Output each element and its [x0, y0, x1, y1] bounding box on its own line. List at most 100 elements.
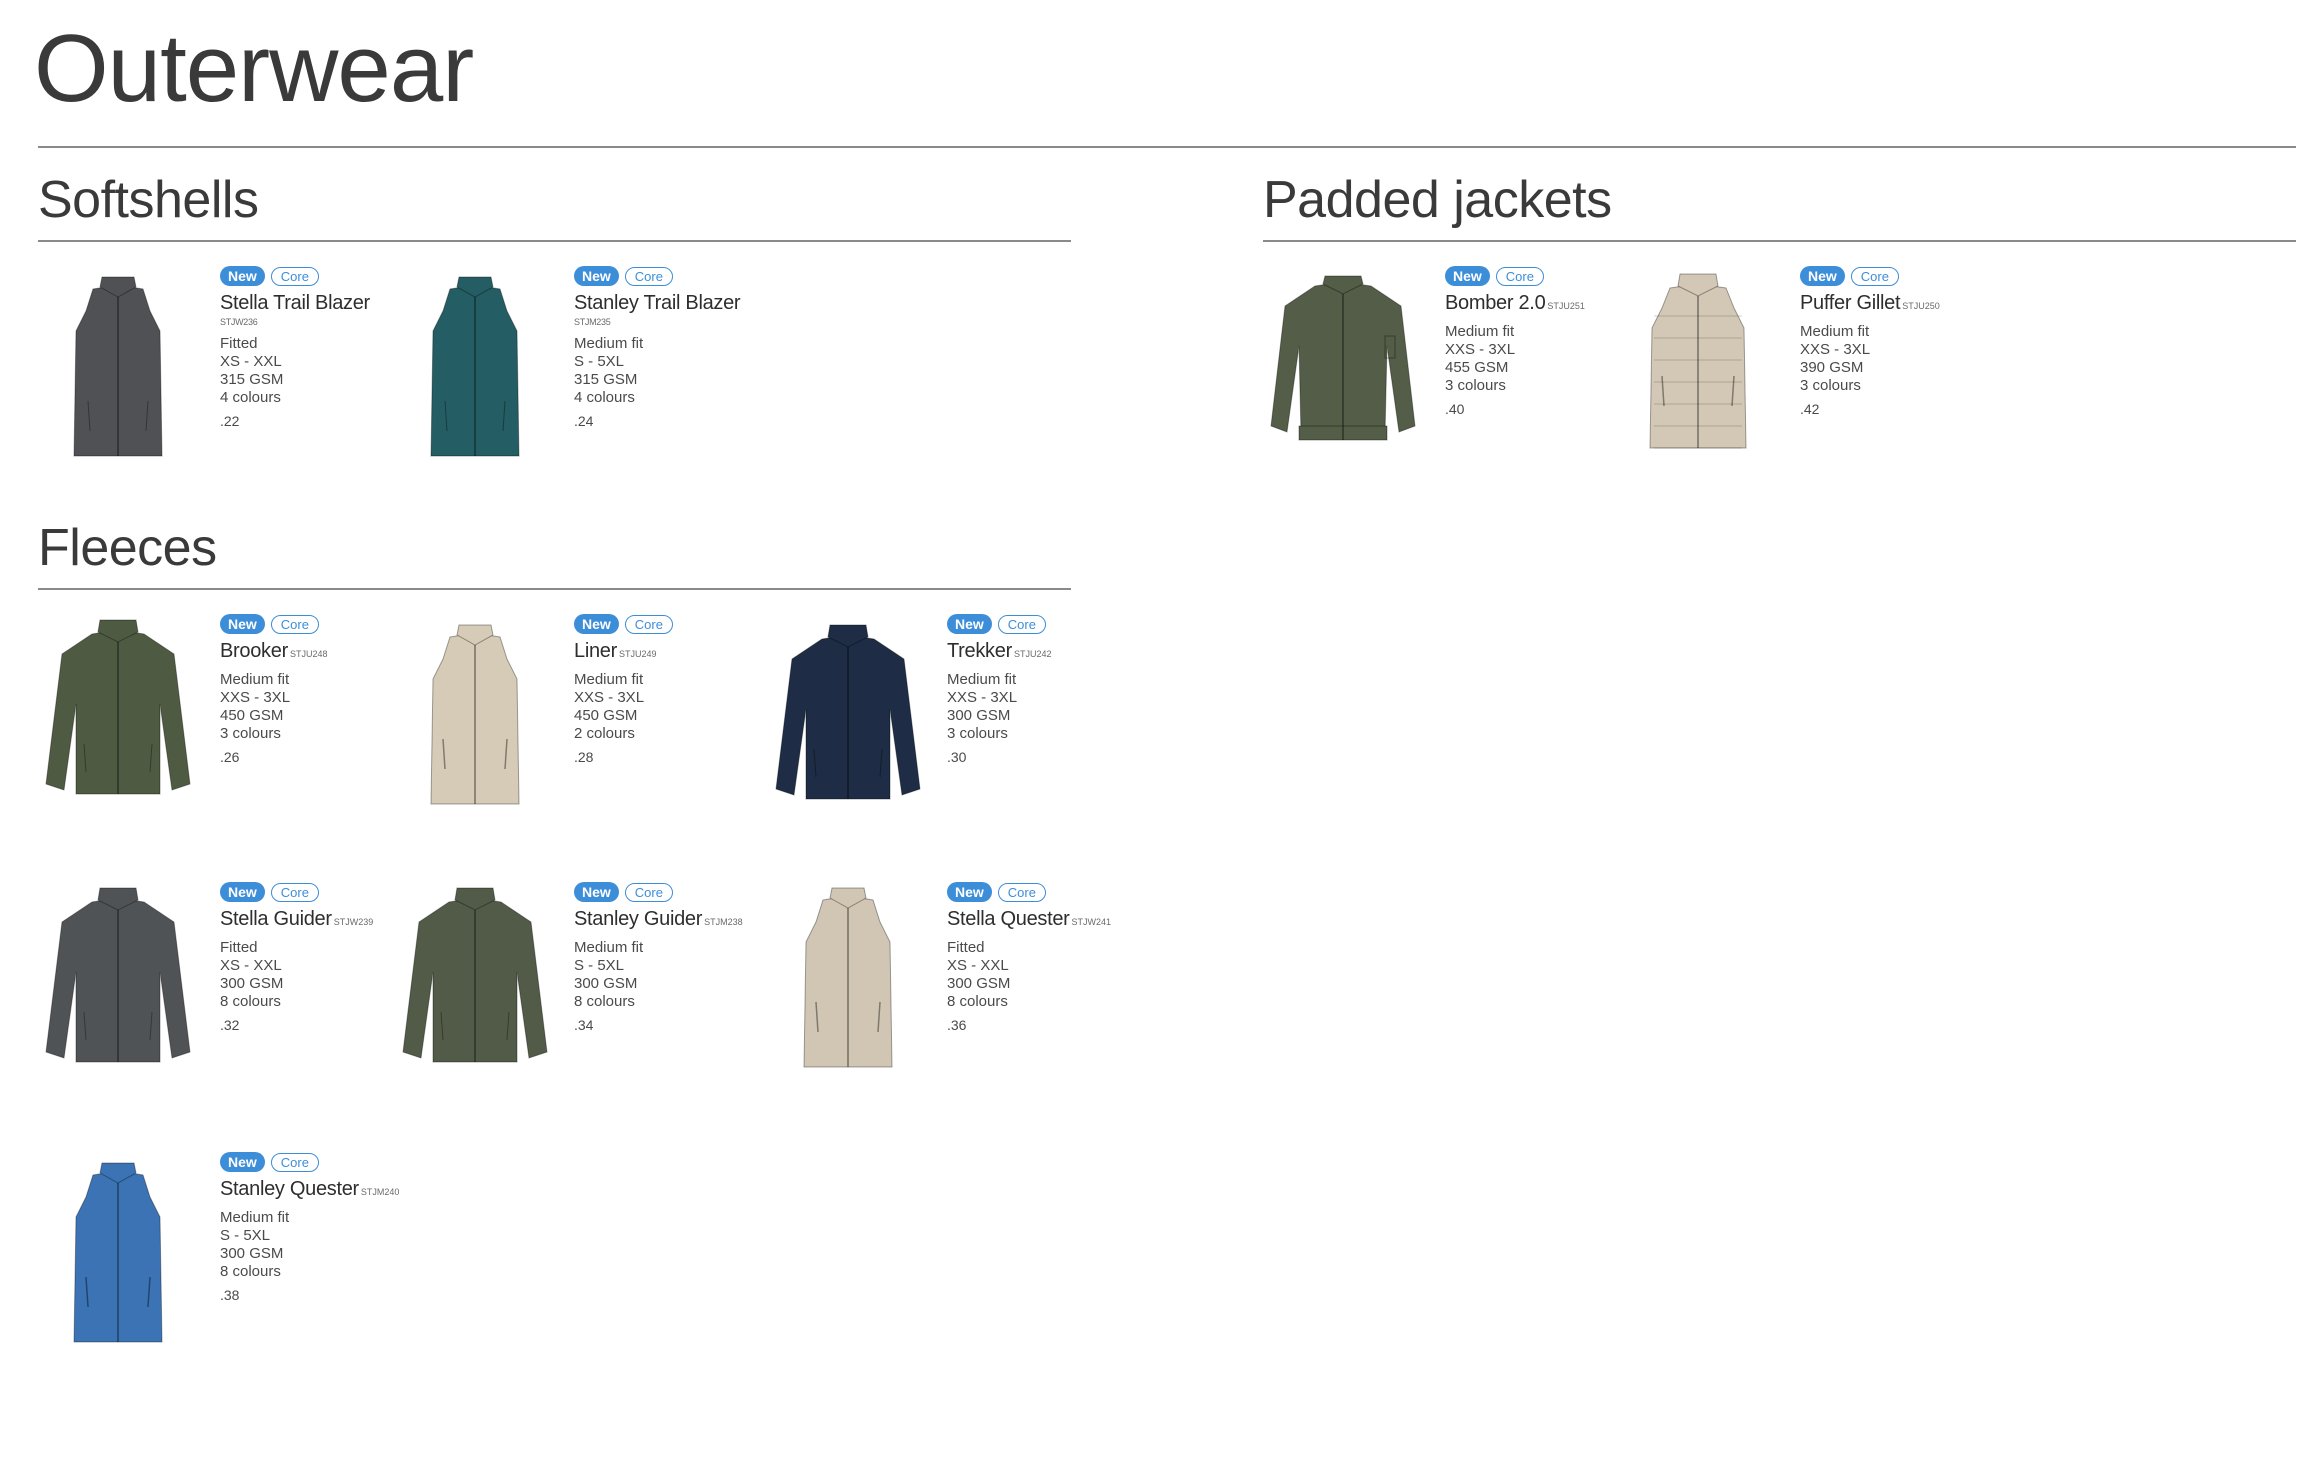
product-info: New Core Brooker STJU248 Medium fit XXS - 3XL… — [220, 614, 327, 765]
product-code: STJM240 — [360, 1187, 400, 1197]
new-badge: New — [574, 614, 619, 634]
product-specs: Fitted XS - XXL 300 GSM 8 colours — [220, 939, 373, 1011]
core-badge: Core — [270, 1152, 319, 1172]
size-range: S - 5XL — [574, 353, 625, 370]
product-specs: Medium fit XXS - 3XL 390 GSM 3 colours — [1800, 323, 1940, 395]
page-reference[interactable]: .28 — [574, 749, 673, 765]
core-badge: Core — [624, 882, 673, 902]
page-reference[interactable]: .22 — [220, 413, 370, 429]
page-reference[interactable]: .30 — [947, 749, 1051, 765]
vest-icon — [395, 266, 555, 471]
page-reference[interactable]: .38 — [220, 1287, 399, 1303]
badge-group: New Core — [1800, 266, 1940, 286]
section-softshells: Softshells — [38, 174, 259, 226]
new-badge: New — [947, 882, 992, 902]
product-name-line: Bomber 2.0 STJU251 — [1445, 292, 1585, 315]
product-name[interactable]: Puffer Gillet — [1800, 292, 1901, 314]
new-badge: New — [220, 266, 265, 286]
page-reference[interactable]: .34 — [574, 1017, 743, 1033]
product-name[interactable]: Stella Trail Blazer — [220, 292, 370, 314]
size-range: S - 5XL — [574, 957, 625, 974]
product-code: STJU251 — [1547, 301, 1585, 311]
fabric-weight: 455 GSM — [1445, 359, 1509, 376]
new-badge: New — [1800, 266, 1845, 286]
product-name-line: Stanley Trail Blazer STJM235 — [574, 292, 741, 327]
product-code: STJM235 — [574, 317, 611, 327]
product-info: New Core Stella Guider STJW239 Fitted XS - XX… — [220, 882, 373, 1033]
product-info: New Core Bomber 2.0 STJU251 Medium fit XXS - … — [1445, 266, 1585, 417]
product-name[interactable]: Stanley Guider — [574, 908, 702, 930]
product-specs: Medium fit S - 5XL 300 GSM 8 colours — [220, 1209, 399, 1281]
size-range: XXS - 3XL — [220, 689, 291, 706]
new-badge: New — [220, 614, 265, 634]
colour-count: 4 colours — [574, 389, 635, 406]
product-name-line: Stanley Guider STJM238 — [574, 908, 743, 931]
section-title: Padded jackets — [1263, 171, 1612, 229]
colour-count: 8 colours — [574, 993, 635, 1010]
badge-group: New Core — [1445, 266, 1585, 286]
product-code: STJW239 — [333, 917, 374, 927]
fleece-jacket-icon — [38, 614, 198, 809]
colour-count: 8 colours — [220, 1263, 281, 1280]
section-fleeces: Fleeces — [38, 522, 217, 574]
colour-count: 8 colours — [947, 993, 1008, 1010]
product-info: New Core Stanley Trail Blazer STJM235 Medium… — [574, 266, 741, 429]
section-divider — [1263, 240, 2296, 242]
fabric-weight: 300 GSM — [947, 707, 1011, 724]
fabric-weight: 450 GSM — [574, 707, 638, 724]
badge-group: New Core — [947, 614, 1051, 634]
size-range: XXS - 3XL — [574, 689, 645, 706]
product-info: New Core Liner STJU249 Medium fit XXS - 3XL 45… — [574, 614, 673, 765]
product-name-line: Stella Guider STJW239 — [220, 908, 373, 931]
product-name[interactable]: Trekker — [947, 640, 1012, 662]
product-name[interactable]: Stanley Quester — [220, 1178, 359, 1200]
product-code: STJU242 — [1013, 649, 1052, 659]
new-badge: New — [574, 882, 619, 902]
page-reference[interactable]: .26 — [220, 749, 327, 765]
fabric-weight: 450 GSM — [220, 707, 284, 724]
section-padded-jackets: Padded jackets — [1263, 174, 1612, 226]
product-name-line: Puffer Gillet STJU250 — [1800, 292, 1940, 315]
product-name[interactable]: Brooker — [220, 640, 288, 662]
product-code: STJU248 — [289, 649, 328, 659]
product-name-line: Brooker STJU248 — [220, 640, 327, 663]
fit-spec: Fitted — [220, 335, 258, 352]
product-info: New Core Stella Quester STJW241 Fitted XS - X… — [947, 882, 1111, 1033]
size-range: XS - XXL — [220, 353, 282, 370]
product-info: New Core Stella Trail Blazer STJW236 Fitted X… — [220, 266, 370, 429]
fleece-vest-icon — [38, 1152, 198, 1357]
badge-group: New Core — [220, 614, 327, 634]
badge-group: New Core — [947, 882, 1111, 902]
product-name[interactable]: Stella Guider — [220, 908, 332, 930]
page-reference[interactable]: .32 — [220, 1017, 373, 1033]
product-name-line: Liner STJU249 — [574, 640, 673, 663]
product-code: STJW236 — [220, 317, 258, 327]
fit-spec: Medium fit — [574, 335, 644, 352]
product-name[interactable]: Stella Quester — [947, 908, 1070, 930]
product-name[interactable]: Stanley Trail Blazer — [574, 292, 741, 314]
badge-group: New Core — [574, 614, 673, 634]
colour-count: 3 colours — [1445, 377, 1506, 394]
size-range: XXS - 3XL — [1445, 341, 1516, 358]
fabric-weight: 300 GSM — [574, 975, 638, 992]
fabric-weight: 390 GSM — [1800, 359, 1864, 376]
product-name[interactable]: Bomber 2.0 — [1445, 292, 1546, 314]
product-name[interactable]: Liner — [574, 640, 617, 662]
colour-count: 3 colours — [1800, 377, 1861, 394]
fleece-jacket-icon — [38, 882, 198, 1077]
badge-group: New Core — [220, 266, 370, 286]
page-reference[interactable]: .24 — [574, 413, 740, 429]
core-badge: Core — [270, 882, 319, 902]
new-badge: New — [220, 1152, 265, 1172]
page-reference[interactable]: .42 — [1800, 401, 1940, 417]
page-reference[interactable]: .40 — [1445, 401, 1585, 417]
colour-count: 8 colours — [220, 993, 281, 1010]
bomber-jacket-icon — [1263, 266, 1423, 461]
badge-group: New Core — [574, 882, 743, 902]
fit-spec: Medium fit — [947, 671, 1017, 688]
section-title: Fleeces — [38, 519, 217, 577]
product-specs: Fitted XS - XXL 300 GSM 8 colours — [947, 939, 1111, 1011]
colour-count: 4 colours — [220, 389, 281, 406]
page-reference[interactable]: .36 — [947, 1017, 1111, 1033]
core-badge: Core — [997, 614, 1046, 634]
